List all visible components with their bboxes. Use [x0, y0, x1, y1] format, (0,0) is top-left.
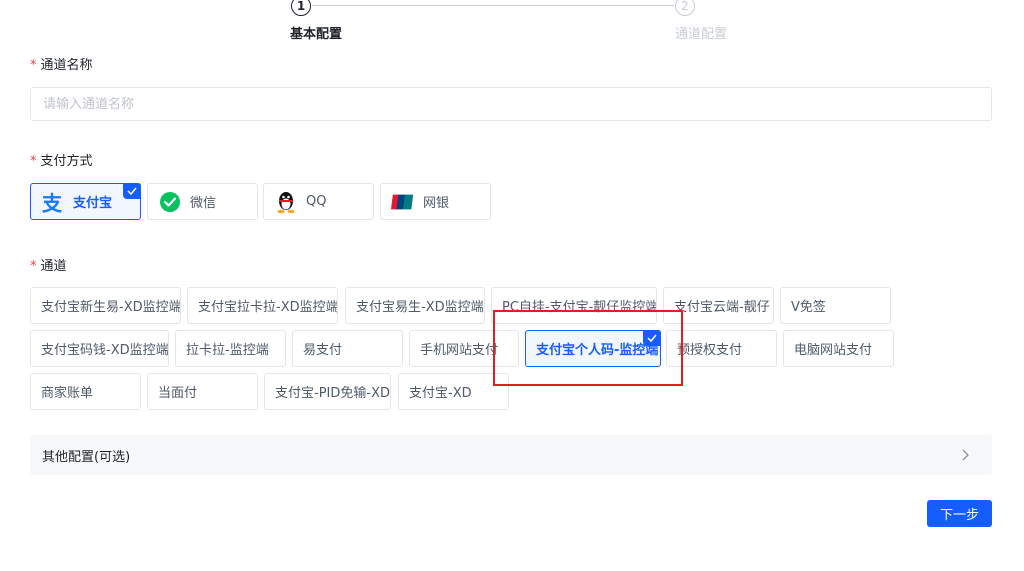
- payment-option-label: 微信: [190, 196, 217, 211]
- channel-option[interactable]: 商家账单: [30, 373, 141, 410]
- payment-option-qq[interactable]: QQ: [263, 183, 374, 220]
- step-1-title: 基本配置: [290, 27, 343, 42]
- payment-option-unionpay[interactable]: 网银: [380, 183, 491, 220]
- unionpay-icon: [391, 190, 415, 214]
- step-2-indicator: 2: [675, 0, 695, 16]
- step-2-title: 通道配置: [675, 27, 728, 42]
- channel-label: * 通道: [30, 259, 67, 274]
- alipay-icon: 支: [41, 190, 65, 214]
- channel-option[interactable]: 预授权支付: [666, 330, 777, 367]
- channel-option[interactable]: 支付宝-PID免输-XD: [264, 373, 391, 410]
- step-1-indicator: 1: [291, 0, 311, 16]
- check-icon: [123, 183, 141, 199]
- payment-option-alipay[interactable]: 支 支付宝: [30, 183, 141, 220]
- channel-option[interactable]: 当面付: [147, 373, 258, 410]
- channel-option[interactable]: 易支付: [292, 330, 403, 367]
- channel-option[interactable]: 支付宝码钱-XD监控端: [30, 330, 169, 367]
- payment-method-label: * 支付方式: [30, 154, 93, 169]
- required-mark: *: [30, 259, 37, 274]
- payment-option-label: QQ: [306, 194, 327, 209]
- payment-option-label: 支付宝: [73, 196, 113, 211]
- svg-text:支: 支: [41, 191, 63, 214]
- channel-option[interactable]: 支付宝易生-XD监控端: [345, 287, 485, 324]
- step-connector-line: [312, 5, 674, 6]
- next-step-button[interactable]: 下一步: [927, 500, 992, 527]
- channel-option-selected[interactable]: 支付宝个人码-监控端: [525, 330, 661, 367]
- wechat-icon: [158, 190, 182, 214]
- channel-option-label: 支付宝个人码-监控端: [536, 343, 659, 358]
- channel-option[interactable]: 电脑网站支付: [783, 330, 894, 367]
- chevron-right-icon: [958, 448, 972, 462]
- other-config-collapse[interactable]: 其他配置(可选): [30, 435, 992, 475]
- channel-option[interactable]: 支付宝-XD: [398, 373, 509, 410]
- payment-option-label: 网银: [423, 196, 450, 211]
- channel-option[interactable]: 支付宝新生易-XD监控端: [30, 287, 181, 324]
- check-icon: [643, 330, 661, 346]
- channel-option[interactable]: PC自挂-支付宝-靓仔监控端: [491, 287, 657, 324]
- channel-option[interactable]: 拉卡拉-监控端: [175, 330, 286, 367]
- channel-name-input[interactable]: [30, 87, 992, 121]
- payment-option-wechat[interactable]: 微信: [147, 183, 258, 220]
- channel-option[interactable]: V免签: [780, 287, 891, 324]
- channel-option[interactable]: 手机网站支付: [409, 330, 519, 367]
- channel-option[interactable]: 支付宝云端-靓仔: [663, 287, 774, 324]
- steps-bar: 1 2 基本配置 通道配置: [0, 0, 1024, 48]
- other-config-label: 其他配置(可选): [42, 449, 131, 465]
- channel-name-label: * 通道名称: [30, 58, 93, 73]
- required-mark: *: [30, 58, 37, 73]
- qq-penguin-icon: [274, 190, 298, 214]
- channel-option[interactable]: 支付宝拉卡拉-XD监控端: [187, 287, 338, 324]
- required-mark: *: [30, 154, 37, 169]
